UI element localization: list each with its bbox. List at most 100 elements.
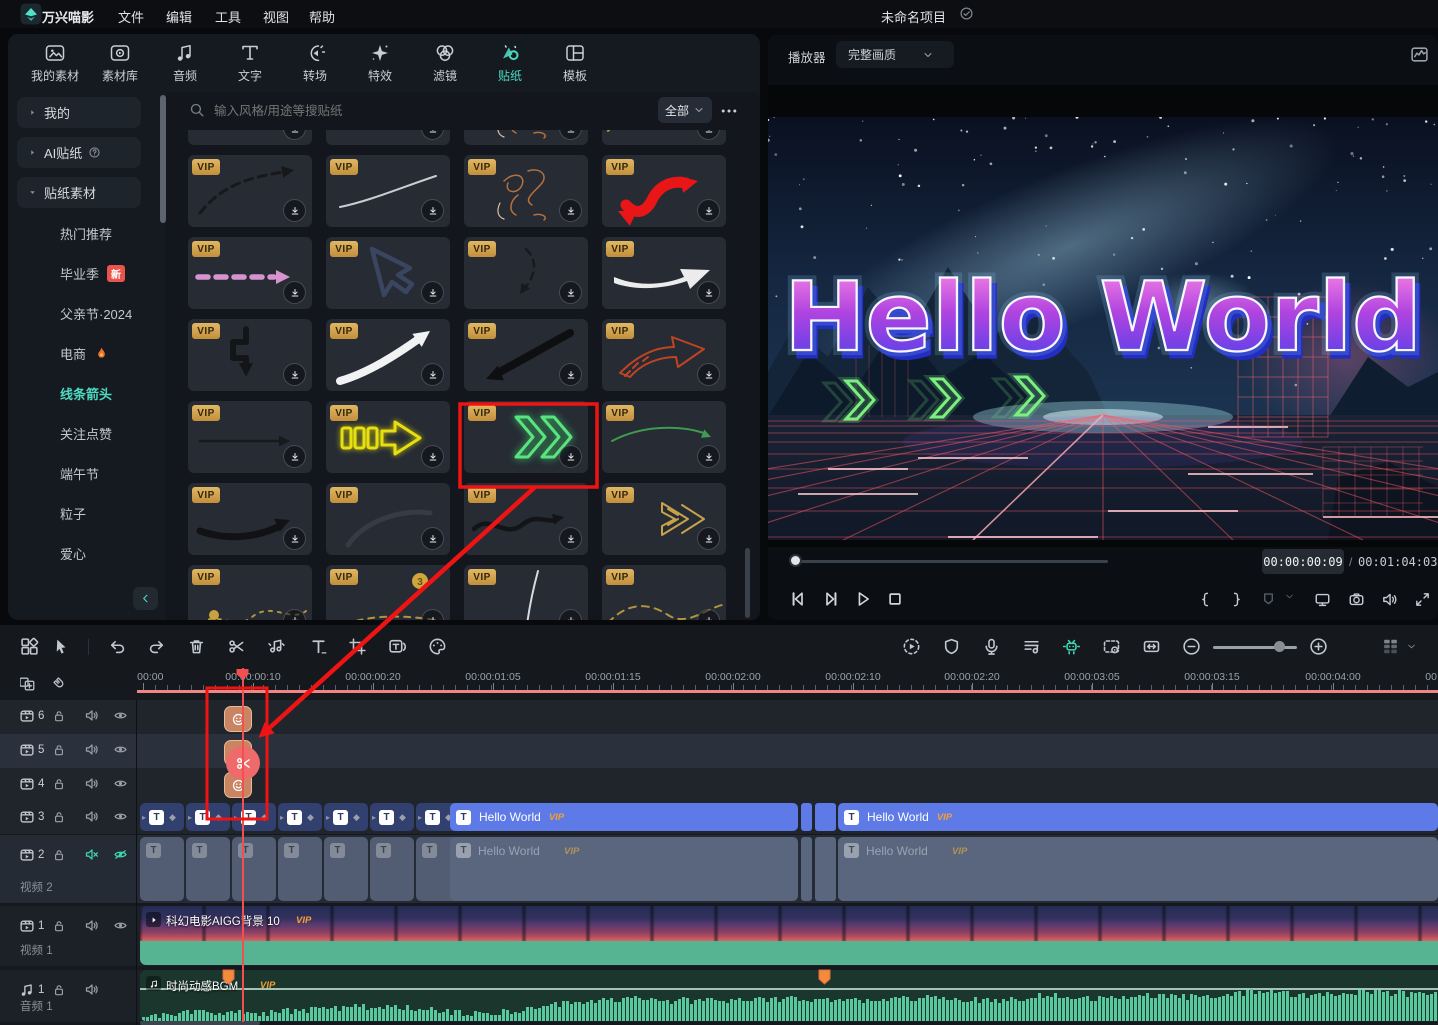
text-clip-small-2[interactable]: ▸T◆ — [232, 803, 276, 831]
stepforward-button[interactable] — [821, 589, 841, 609]
download-button[interactable] — [421, 363, 444, 386]
download-button[interactable] — [697, 281, 720, 304]
sticker-card-r4c0[interactable]: VIP — [188, 401, 312, 473]
sticker-card-r5c1[interactable]: VIP — [326, 483, 450, 555]
sticker-card-r5c2[interactable]: VIP — [464, 483, 588, 555]
tab-transition[interactable]: 转场 — [283, 42, 347, 86]
text-clip-small-0[interactable]: ▸T◆ — [140, 803, 184, 831]
sticker-card-r1c2[interactable]: VIP — [464, 155, 588, 227]
download-button[interactable] — [421, 199, 444, 222]
sticker-card-r5c3[interactable]: VIP — [602, 483, 726, 555]
track-visibility-button[interactable] — [113, 847, 128, 862]
sidebar-item-4[interactable]: 线条箭头 — [60, 384, 112, 403]
download-button[interactable] — [283, 527, 306, 550]
delete-button[interactable] — [187, 637, 206, 656]
track-mute-button[interactable] — [84, 847, 99, 862]
download-button[interactable] — [283, 363, 306, 386]
add-track-button[interactable] — [20, 676, 36, 692]
fullscreen-button[interactable] — [1414, 591, 1431, 608]
sticker-card-r3c0[interactable]: VIP — [188, 319, 312, 391]
sticker-card-r1c1[interactable]: VIP — [326, 155, 450, 227]
crop-button[interactable] — [348, 637, 367, 656]
track-mute-button[interactable] — [84, 982, 99, 997]
track-visibility-button[interactable] — [113, 776, 128, 791]
sidebar-item-2[interactable]: 父亲节·2024 — [60, 304, 132, 323]
sticker-card-r5c0[interactable]: VIP — [188, 483, 312, 555]
text-clip-hello-dim-0[interactable]: THello WorldVIP — [450, 837, 798, 901]
smart-cut-button[interactable] — [1062, 637, 1081, 656]
playhead-handle[interactable] — [235, 668, 250, 680]
sidebar-item-0[interactable]: 热门推荐 — [60, 224, 112, 243]
track-lock-button[interactable] — [52, 810, 66, 824]
download-button[interactable] — [697, 363, 720, 386]
sidebar-group-2[interactable]: 贴纸素材 — [17, 177, 141, 208]
download-button[interactable] — [559, 363, 582, 386]
sticker-card-r0c0[interactable]: VIP — [188, 130, 312, 145]
download-button[interactable] — [421, 445, 444, 468]
menu-item-1[interactable]: 编辑 — [166, 7, 192, 26]
sticker-card-r4c1[interactable]: VIP — [326, 401, 450, 473]
track-lock-button[interactable] — [52, 743, 66, 757]
sticker-card-r6c2[interactable]: VIP — [464, 565, 588, 620]
sticker-card-r2c3[interactable]: VIP — [602, 237, 726, 309]
sticker-card-r0c1[interactable]: VIP — [326, 130, 450, 145]
text-tool-button[interactable] — [309, 637, 328, 656]
mark-out-button[interactable] — [1228, 591, 1245, 608]
text-clip-small-1[interactable]: ▸T◆ — [186, 803, 230, 831]
sticker-card-r1c3[interactable]: VIP — [602, 155, 726, 227]
sticker-card-r6c3[interactable]: VIP — [602, 565, 726, 620]
sidebar-item-1[interactable]: 毕业季新 — [60, 264, 125, 283]
download-button[interactable] — [421, 527, 444, 550]
tab-my-media[interactable]: 我的素材 — [23, 42, 87, 86]
text-clip-frag-dim-0[interactable] — [801, 837, 812, 901]
text-clip-frag-0[interactable] — [801, 803, 812, 831]
track-lock-button[interactable] — [52, 919, 66, 933]
menu-item-2[interactable]: 工具 — [215, 7, 241, 26]
menu-item-4[interactable]: 帮助 — [309, 7, 335, 26]
split-button[interactable] — [227, 637, 246, 656]
sidebar-group-1[interactable]: AI贴纸 — [17, 137, 141, 168]
track-mute-button[interactable] — [84, 776, 99, 791]
sticker-card-r2c0[interactable]: VIP — [188, 237, 312, 309]
tab-template[interactable]: 模板 — [543, 42, 607, 86]
track-height-chevron-icon[interactable] — [1406, 641, 1417, 652]
auto-ripple-button[interactable] — [1142, 637, 1161, 656]
download-button[interactable] — [283, 281, 306, 304]
mirror-display-button[interactable] — [1314, 591, 1331, 608]
download-button[interactable] — [697, 527, 720, 550]
video-clip-audio-band[interactable] — [140, 941, 1438, 965]
text-clip-small-dim-3[interactable]: T — [278, 837, 322, 901]
media-browser-button[interactable] — [20, 637, 39, 656]
track-lock-button[interactable] — [52, 709, 66, 723]
clip-marker-1[interactable] — [818, 969, 831, 985]
speed-ramp-button[interactable] — [902, 637, 921, 656]
select-tool-button[interactable] — [52, 637, 71, 656]
render-preview-button[interactable] — [942, 637, 961, 656]
text-clip-small-3[interactable]: ▸T◆ — [278, 803, 322, 831]
track-visibility-button[interactable] — [113, 708, 128, 723]
sticker-card-r3c1[interactable]: VIP — [326, 319, 450, 391]
track-lock-button[interactable] — [52, 777, 66, 791]
track-height-button[interactable] — [1381, 637, 1400, 656]
video-preview[interactable]: Hello WorldHello WorldHello World — [768, 117, 1438, 540]
text-clip-small-dim-4[interactable]: T — [324, 837, 368, 901]
sidebar-item-3[interactable]: 电商 — [60, 344, 109, 363]
sticker-card-r6c1[interactable]: 3VIP — [326, 565, 450, 620]
sticker-card-r3c2[interactable]: VIP — [464, 319, 588, 391]
download-button[interactable] — [697, 199, 720, 222]
track-lock-button[interactable] — [52, 983, 66, 997]
play-button[interactable] — [853, 589, 873, 609]
marker-button[interactable] — [1260, 591, 1277, 608]
seek-bar[interactable] — [795, 560, 1108, 563]
snapshot-button[interactable] — [1348, 591, 1365, 608]
playhead-line[interactable] — [242, 668, 244, 1022]
mute-preview-button[interactable] — [1381, 591, 1398, 608]
voiceover-button[interactable] — [982, 637, 1001, 656]
sidebar-group-0[interactable]: 我的 — [17, 97, 141, 128]
undo-button[interactable] — [108, 637, 127, 656]
track-mute-button[interactable] — [84, 708, 99, 723]
sticker-card-r1c0[interactable]: VIP — [188, 155, 312, 227]
quality-dropdown[interactable]: 完整画质 — [836, 41, 954, 68]
track-mute-button[interactable] — [84, 809, 99, 824]
track-visibility-button[interactable] — [113, 918, 128, 933]
